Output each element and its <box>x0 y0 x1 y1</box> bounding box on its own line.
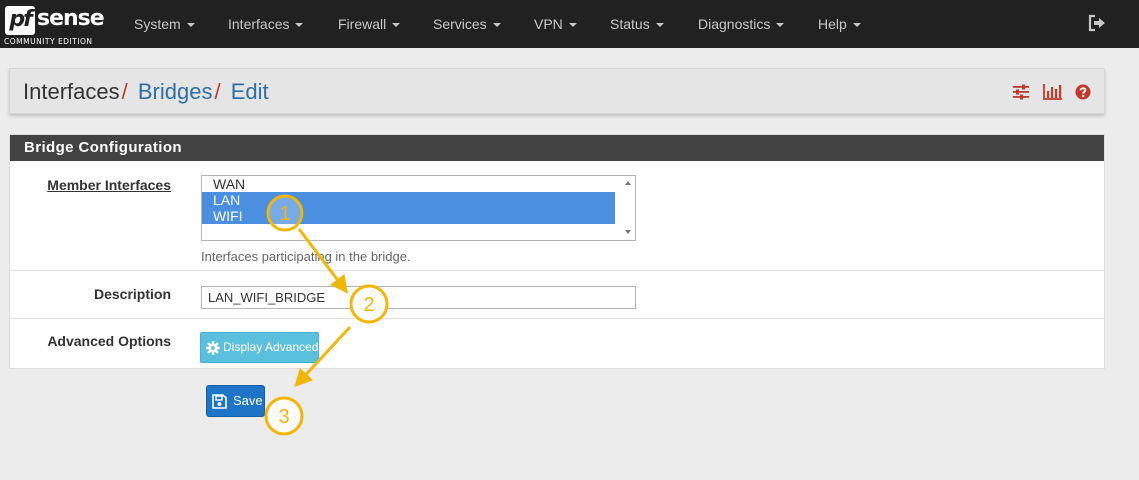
scroll-down-arrow-icon[interactable] <box>625 230 631 234</box>
caret-down-icon <box>392 23 401 28</box>
breadcrumb-separator: / <box>214 79 221 104</box>
nav-label: Diagnostics <box>698 16 771 32</box>
description-input[interactable] <box>201 286 636 309</box>
top-navbar: pf sense COMMUNITY EDITION System Interf… <box>0 0 1139 48</box>
step-marker-3: 3 <box>264 396 304 436</box>
nav-interfaces[interactable]: Interfaces <box>228 0 304 48</box>
breadcrumb-bridges-link[interactable]: Bridges <box>138 79 213 104</box>
nav-help[interactable]: Help <box>818 0 861 48</box>
advanced-options-label: Advanced Options <box>47 333 171 349</box>
logo-wordmark: sense <box>37 6 105 31</box>
display-advanced-button[interactable]: Display Advanced <box>200 332 319 363</box>
pfsense-logo[interactable]: pf sense COMMUNITY EDITION <box>4 6 108 46</box>
caret-down-icon <box>568 23 577 28</box>
nav-label: Firewall <box>338 16 387 32</box>
caret-down-icon <box>295 23 304 28</box>
nav-label: Interfaces <box>228 16 290 32</box>
caret-down-icon <box>186 23 195 28</box>
nav-label: Status <box>610 16 650 32</box>
breadcrumb-bar: Interfaces/ Bridges/ Edit <box>9 68 1105 114</box>
bridge-config-panel: Bridge Configuration Member Interfaces W… <box>9 134 1105 369</box>
nav-vpn[interactable]: VPN <box>534 0 577 48</box>
nav-system[interactable]: System <box>134 0 195 48</box>
floppy-disk-icon <box>212 394 227 409</box>
option-wifi[interactable]: WIFI <box>202 208 615 224</box>
sliders-icon[interactable] <box>1012 84 1030 100</box>
save-label: Save <box>233 393 263 408</box>
caret-down-icon <box>655 23 664 28</box>
description-row: Description <box>10 271 1104 319</box>
member-interfaces-label[interactable]: Member Interfaces <box>47 177 171 193</box>
caret-down-icon <box>852 23 861 28</box>
description-label: Description <box>93 286 171 302</box>
member-interfaces-select[interactable]: WAN LAN WIFI <box>201 175 636 241</box>
breadcrumb-separator: / <box>121 79 128 104</box>
advanced-options-row: Advanced Options Display Advanced <box>10 319 1104 368</box>
nav-label: System <box>134 16 181 32</box>
nav-label: Services <box>433 16 487 32</box>
breadcrumb-icons <box>1004 84 1091 100</box>
bar-chart-icon[interactable] <box>1042 84 1063 100</box>
breadcrumb: Interfaces/ Bridges/ Edit <box>23 79 269 105</box>
nav-diagnostics[interactable]: Diagnostics <box>698 0 785 48</box>
logo-pf-mark: pf <box>5 6 35 35</box>
step-marker-3-label: 3 <box>278 406 289 428</box>
nav-label: Help <box>818 16 847 32</box>
nav-label: VPN <box>534 16 563 32</box>
gear-icon <box>206 341 220 355</box>
nav-firewall[interactable]: Firewall <box>338 0 401 48</box>
option-wan[interactable]: WAN <box>202 176 615 192</box>
caret-down-icon <box>492 23 501 28</box>
scroll-up-arrow-icon[interactable] <box>625 181 631 185</box>
member-interfaces-row: Member Interfaces WAN LAN WIFI Interface… <box>10 161 1104 271</box>
logo-edition: COMMUNITY EDITION <box>4 37 93 46</box>
breadcrumb-current[interactable]: Edit <box>231 79 269 104</box>
option-lan[interactable]: LAN <box>202 192 615 208</box>
display-advanced-label: Display Advanced <box>223 340 319 354</box>
member-interfaces-help: Interfaces participating in the bridge. <box>201 249 411 264</box>
listbox-scrollbar[interactable] <box>621 176 635 240</box>
caret-down-icon <box>776 23 785 28</box>
panel-title: Bridge Configuration <box>10 135 1104 161</box>
save-button[interactable]: Save <box>206 385 265 417</box>
nav-status[interactable]: Status <box>610 0 664 48</box>
nav-services[interactable]: Services <box>433 0 501 48</box>
question-circle-icon[interactable] <box>1075 84 1091 100</box>
sign-out-icon[interactable] <box>1088 14 1106 32</box>
breadcrumb-root: Interfaces <box>23 79 120 104</box>
